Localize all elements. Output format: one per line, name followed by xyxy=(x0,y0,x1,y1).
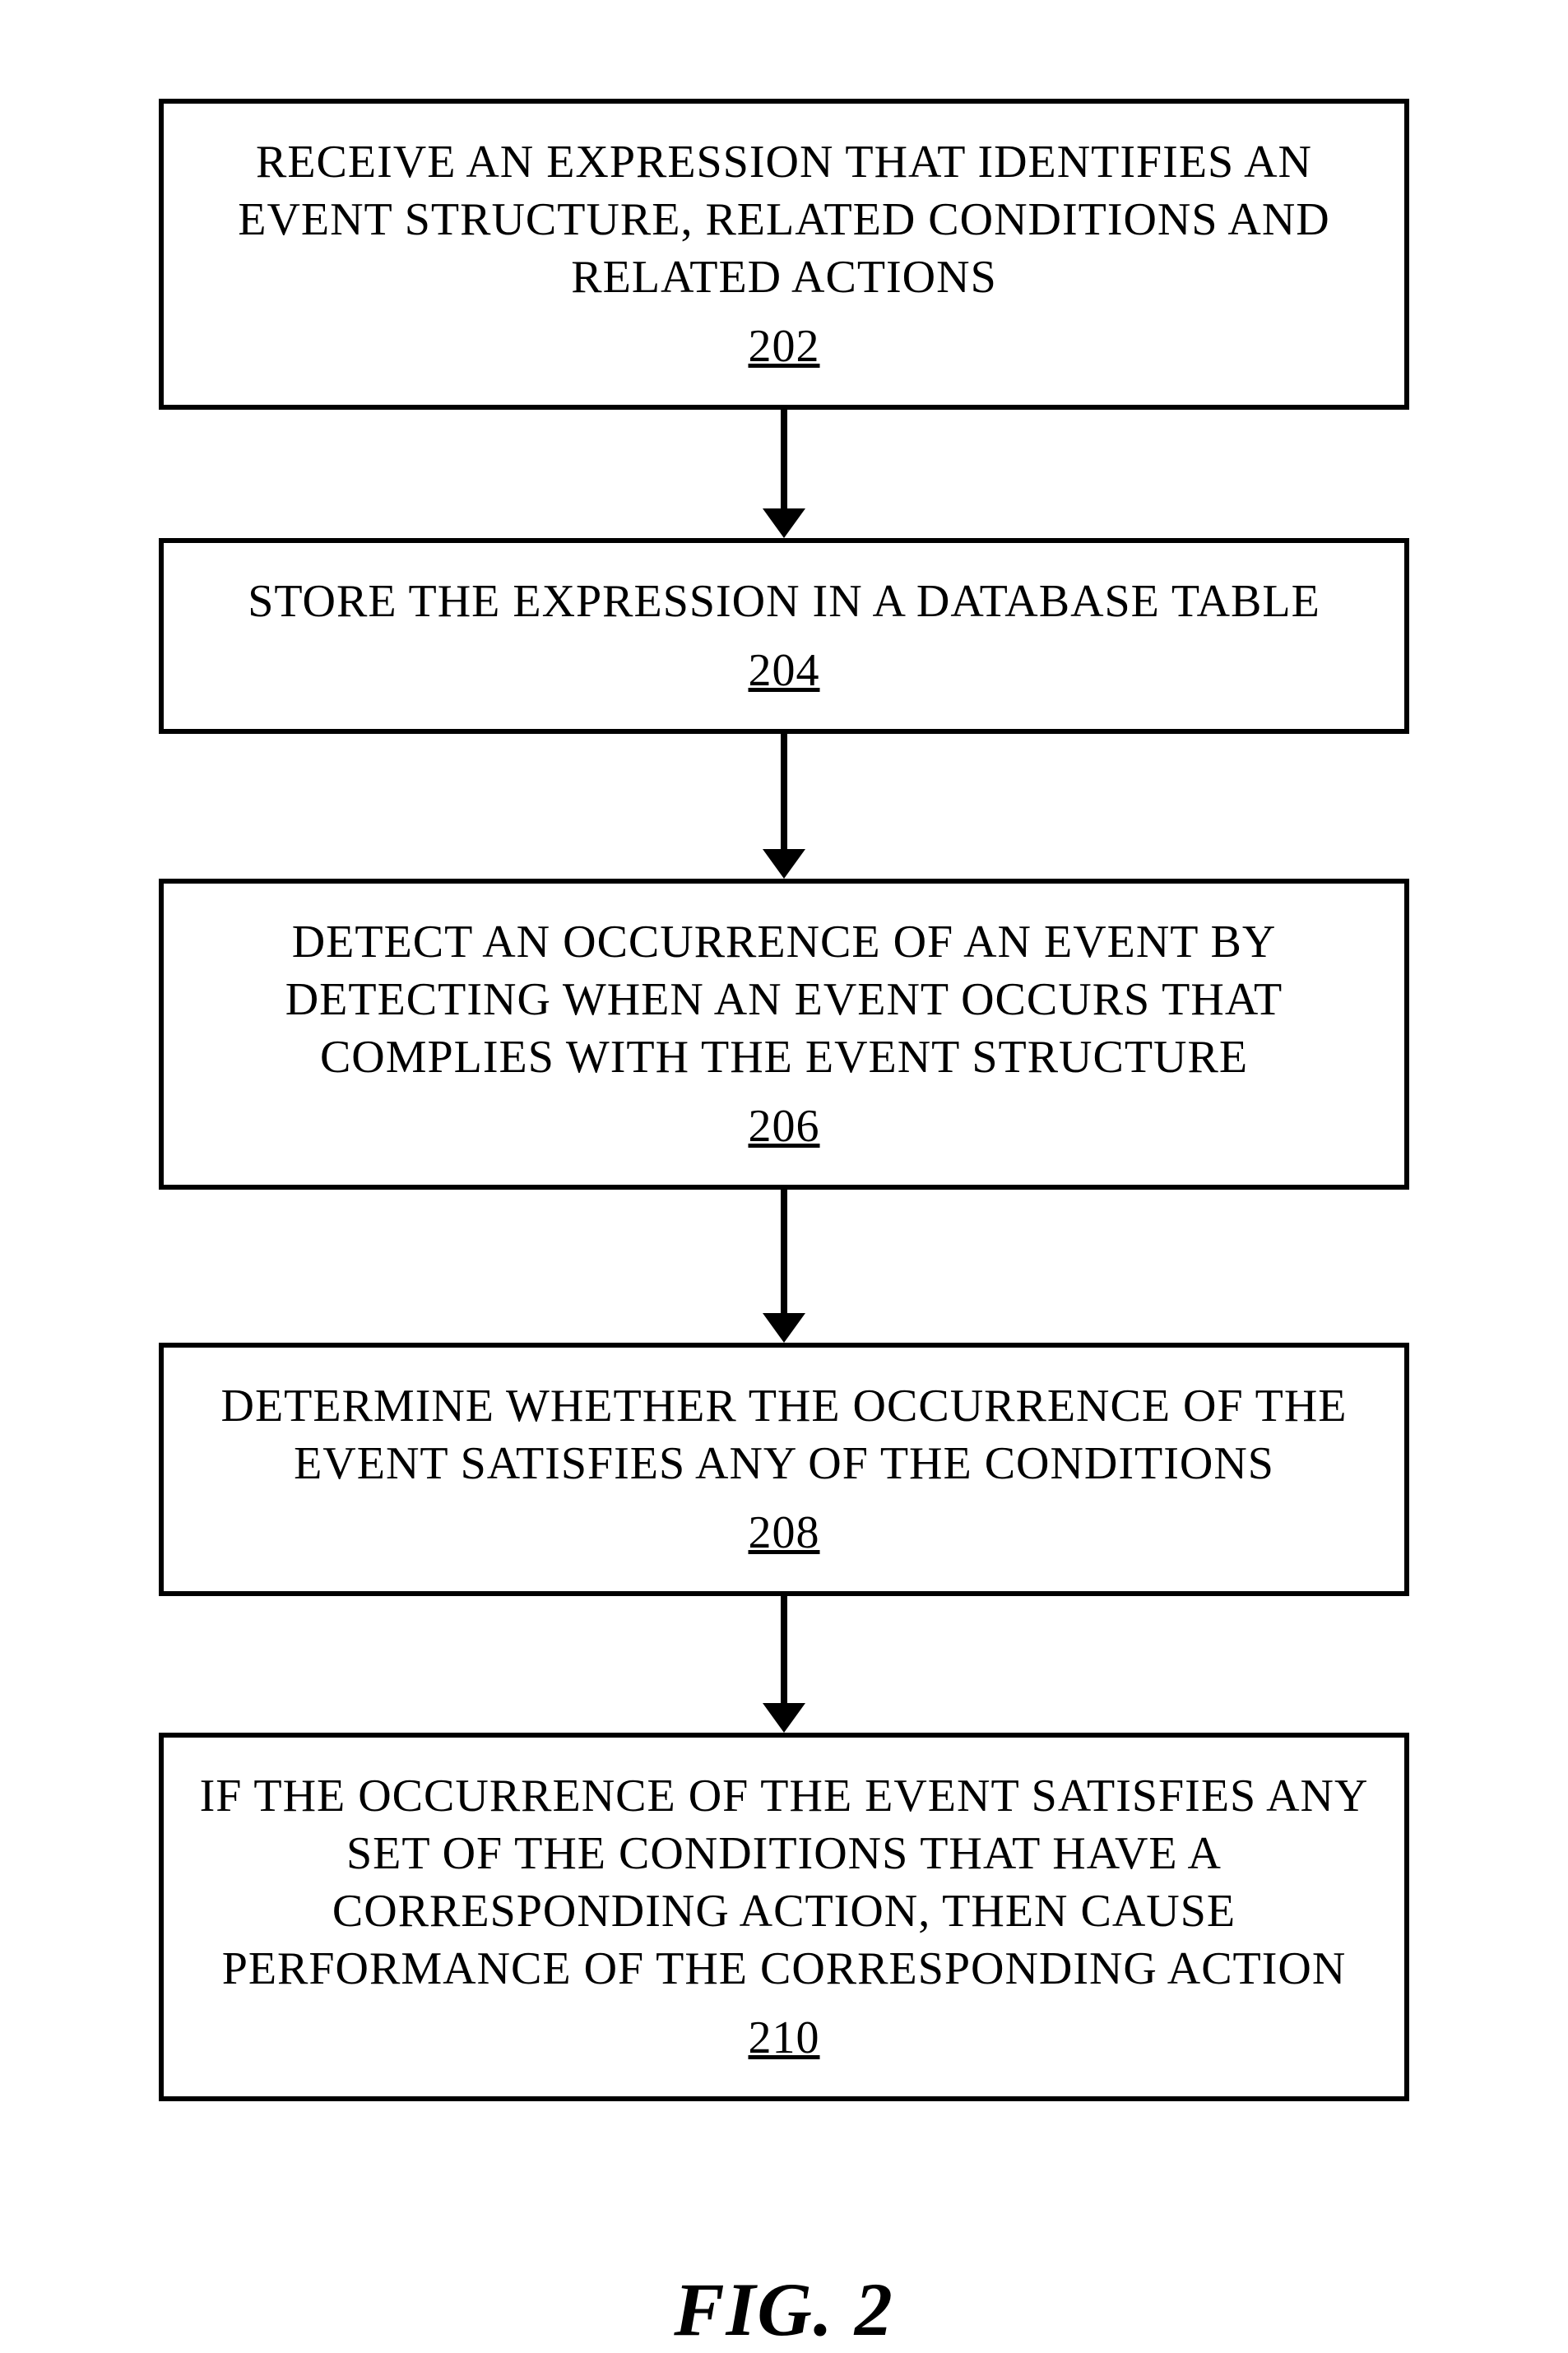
arrow-head-icon xyxy=(763,849,805,879)
flow-step-ref: 208 xyxy=(197,1504,1371,1562)
arrow-shaft xyxy=(781,1190,787,1313)
flowchart: RECEIVE AN EXPRESSION THAT IDENTIFIES AN… xyxy=(132,99,1436,2101)
flow-step-208: DETERMINE WHETHER THE OCCURRENCE OF THE … xyxy=(159,1343,1409,1596)
arrow-head-icon xyxy=(763,1313,805,1343)
flow-step-210: IF THE OCCURRENCE OF THE EVENT SATISFIES… xyxy=(159,1733,1409,2101)
flow-step-text: RECEIVE AN EXPRESSION THAT IDENTIFIES AN… xyxy=(238,137,1330,303)
arrow-icon xyxy=(763,410,805,538)
flow-step-ref: 206 xyxy=(197,1098,1371,1155)
flow-step-ref: 204 xyxy=(197,642,1371,699)
flow-step-ref: 210 xyxy=(197,2009,1371,2067)
flow-step-text: IF THE OCCURRENCE OF THE EVENT SATISFIES… xyxy=(200,1771,1369,1994)
flow-step-204: STORE THE EXPRESSION IN A DATABASE TABLE… xyxy=(159,538,1409,734)
flow-step-ref: 202 xyxy=(197,318,1371,375)
flow-step-text: DETERMINE WHETHER THE OCCURRENCE OF THE … xyxy=(221,1381,1348,1489)
arrow-shaft xyxy=(781,410,787,508)
flow-step-text: DETECT AN OCCURRENCE OF AN EVENT BY DETE… xyxy=(285,917,1283,1083)
arrow-head-icon xyxy=(763,508,805,538)
flow-step-text: STORE THE EXPRESSION IN A DATABASE TABLE xyxy=(248,576,1320,627)
arrow-icon xyxy=(763,1190,805,1343)
arrow-icon xyxy=(763,734,805,879)
page: RECEIVE AN EXPRESSION THAT IDENTIFIES AN… xyxy=(0,0,1568,2105)
figure-caption: FIG. 2 xyxy=(674,2266,894,2353)
flow-step-202: RECEIVE AN EXPRESSION THAT IDENTIFIES AN… xyxy=(159,99,1409,410)
arrow-shaft xyxy=(781,734,787,849)
arrow-icon xyxy=(763,1596,805,1733)
flow-step-206: DETECT AN OCCURRENCE OF AN EVENT BY DETE… xyxy=(159,879,1409,1190)
arrow-head-icon xyxy=(763,1703,805,1733)
arrow-shaft xyxy=(781,1596,787,1703)
